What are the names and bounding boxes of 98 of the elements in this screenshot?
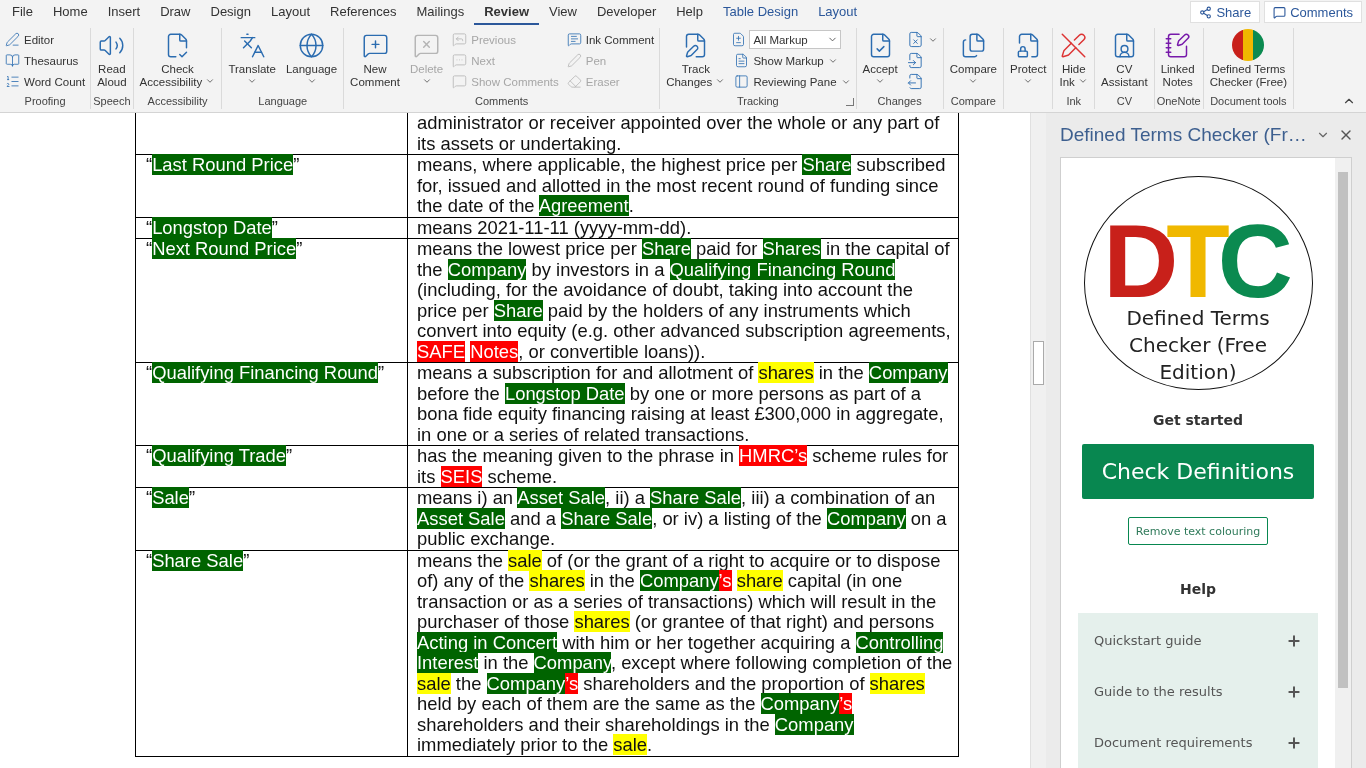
ribbon-icon [906,73,924,90]
ribbon-icon [566,74,582,89]
ribbon-button[interactable]: Hide Ink [1055,28,1092,91]
plus-icon [1286,734,1302,751]
ribbon-button[interactable]: Check Accessibility [135,28,220,91]
accordion-item[interactable]: Guide to the results [1078,666,1318,717]
ribbon-icon [5,74,20,89]
logo-caption: Defined Terms Checker (Free Edition) [1125,305,1271,386]
group-label: OneNote [1156,95,1201,107]
ribbon-button[interactable]: Ink Comment [563,29,658,50]
ribbon-tab[interactable]: Developer [586,2,667,25]
ribbon-tab[interactable]: Help [666,2,713,25]
plus-icon [1286,632,1302,649]
ribbon-tab[interactable]: Table Design [712,2,809,25]
group-label: Speech [93,95,131,107]
ribbon-tab[interactable]: Insert [97,2,151,25]
defined-term: “Next Round Price” [146,239,304,260]
vertical-scrollbar[interactable] [1335,158,1351,768]
definition-text: means the lowest price per Share paid for Shares in the capital of the Company by investors in a Qualifying Financing Round (including, for the avoidance of doubt, taking into account the price per Share paid by the holders of any instruments which convert into equity (e.g. other advanced subscription agreements, SAFE Notes, or convertible loans)). [417,239,952,362]
ribbon-button[interactable]: Editor [2,29,89,50]
ribbon-button[interactable]: Reviewing Pane [731,71,854,92]
ribbon-tab[interactable]: Mailings [406,2,475,25]
ribbon-button[interactable]: Word Count [2,71,89,92]
definition-text: means i) an Asset Sale, ii) a Share Sale, iii) a combination of an Asset Sale and a Share Sale, or iv) a listing of the Company on a public exchange. [417,488,948,550]
comment-icon [1273,5,1287,19]
group-label: Changes [877,95,922,107]
defined-term: “Share Sale” [146,550,251,571]
group-label: Language [258,95,308,107]
group-label: Document tools [1210,95,1287,107]
ribbon-icon [298,31,325,59]
ribbon-tab[interactable]: Layout [808,2,868,25]
ribbon-button[interactable]: Track Changes [662,28,730,91]
definition-text: means a subscription for and allotment of shares in the Company before the Longstop Date by one or more persons as part of a bona fide equity financing raising at least £300,000 in aggregate, in one or a series of related transactions. [417,363,949,445]
check-definitions-button[interactable]: Check Definitions [1082,443,1314,500]
ribbon-button[interactable]: Language [281,28,342,88]
ribbon-tab[interactable]: File [2,2,43,25]
ribbon-icon [1164,31,1192,59]
ribbon-icon [452,74,468,89]
group-label: Ink [1066,95,1082,107]
section-heading: Get started [1152,411,1244,428]
definition-text: means, where applicable, the highest price per Share subscribed for, issued and allotted in the most recent round of funding since the date of the Agreement. [417,155,947,217]
ribbon-icon [5,53,20,68]
ribbon-icon [566,32,582,47]
ribbon-button[interactable]: Accept [858,28,902,88]
ribbon-tab[interactable]: Draw [150,2,201,25]
ribbon-tab[interactable]: View [539,2,587,25]
scrollbar-thumb[interactable] [1338,172,1348,688]
ribbon-button[interactable]: Translate [224,28,280,88]
ribbon-icon [452,53,468,68]
ribbon-tab[interactable]: Layout [260,2,320,25]
ribbon-icon [238,31,266,59]
ribbon-tab[interactable]: Design [200,2,261,25]
tricolor-circle-icon [1231,28,1266,62]
ribbon-button[interactable]: Thesaurus [2,50,89,71]
definition-text: administrator or receiver appointed over the whole or any part of its assets or undertaking. [417,113,941,154]
remove-colouring-button[interactable]: Remove text colouring [1128,517,1268,545]
ribbon-icon [452,32,468,47]
definition-text: has the meaning given to the phrase in HMRC’s scheme rules for its SEIS scheme. [417,446,950,487]
definition-text: means 2021-11-11 (yyyy-mm-dd). [417,217,693,238]
ribbon-icon [566,53,582,68]
ribbon-icon [731,32,747,47]
defined-term: “Sale” [146,488,197,509]
scrollbar-thumb[interactable] [1033,341,1044,385]
defined-term: “Longstop Date” [146,217,279,238]
pane-title: Defined Terms Checker (Fr… [1060,124,1308,146]
ribbon-button[interactable]: Linked Notes [1156,28,1199,91]
markup-dropdown[interactable]: All Markup [749,30,842,49]
ribbon-button[interactable]: CV Assistant [1097,28,1152,91]
ribbon-icon [734,53,750,68]
plus-icon [1286,683,1302,700]
ribbon-tab[interactable]: References [320,2,407,25]
ribbon-icon [1060,31,1088,59]
group-label: Tracking [736,95,779,107]
group-label: Proofing [24,95,66,107]
group-label: CV [1116,95,1132,107]
accordion-item[interactable]: Document requirements [1078,717,1318,768]
ribbon-icon [5,32,20,47]
ribbon-button[interactable]: Show Markup [731,50,854,71]
defined-term: “Last Round Price” [146,155,301,176]
ribbon-icon [734,74,750,89]
share-button[interactable]: Share [1190,1,1261,23]
comments-button[interactable]: Comments [1264,1,1362,23]
ribbon-button[interactable]: Read Aloud [93,28,131,91]
group-label: Comments [475,95,529,107]
ribbon-button[interactable]: Compare [945,28,1001,88]
ribbon-button[interactable]: Defined Terms Checker (Free) [1205,28,1292,91]
dialog-launcher-icon[interactable] [845,98,854,106]
ribbon-button[interactable]: Protect [1006,28,1051,88]
accordion-item[interactable]: Quickstart guide [1078,615,1318,666]
vertical-scrollbar[interactable] [1030,113,1046,768]
section-heading: Help [1179,581,1216,597]
group-label: Accessibility [147,95,208,107]
group-label: Compare [950,95,996,107]
share-icon [1199,5,1213,19]
ribbon-tab[interactable]: Home [42,2,98,25]
ribbon-icon [906,31,924,48]
ribbon-icon [906,52,924,69]
ribbon-button[interactable]: New Comment [346,28,404,91]
